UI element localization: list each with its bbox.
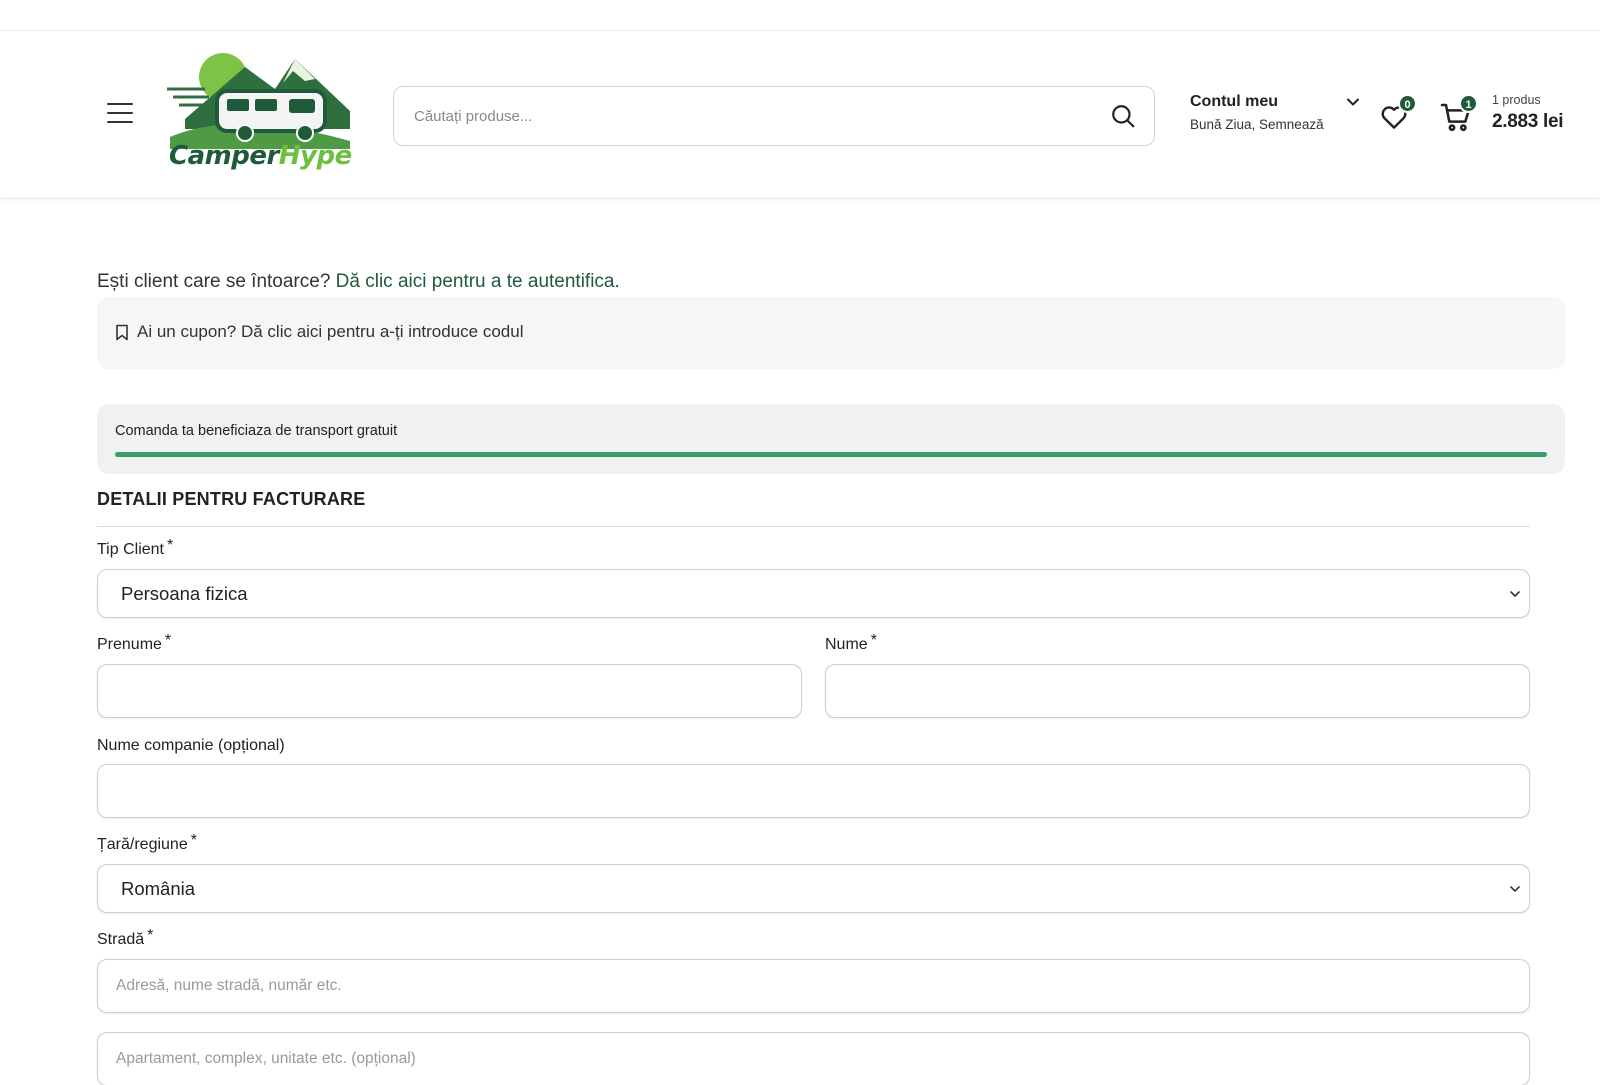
search-box — [393, 86, 1155, 146]
street-address-input[interactable] — [98, 960, 1529, 1012]
bookmark-icon — [116, 324, 128, 341]
coupon-notice: Ai un cupon? Dă clic aici pentru a-ți in… — [97, 297, 1565, 369]
company-field — [97, 764, 1530, 818]
wishlist-button[interactable]: 0 — [1378, 94, 1420, 136]
search-input[interactable] — [414, 87, 1084, 145]
logo-text-part1: Camper — [169, 141, 279, 171]
street-label: Stradă * — [97, 927, 153, 949]
required-mark: * — [164, 632, 172, 649]
camper-logo-icon — [167, 53, 350, 149]
street-label-text: Stradă — [97, 931, 145, 948]
wishlist-count-badge: 0 — [1398, 94, 1417, 113]
chevron-down-icon — [1347, 98, 1359, 106]
street-address2-input[interactable] — [98, 1033, 1529, 1085]
required-mark: * — [190, 832, 197, 849]
last-name-label: Nume * — [825, 632, 877, 654]
client-type-label-text: Tip Client — [97, 541, 164, 558]
country-label-text: Țară/regiune — [97, 836, 188, 853]
first-name-label: Prenume * — [97, 632, 171, 654]
cart-count-badge: 1 — [1459, 94, 1478, 113]
free-shipping-banner: Comanda ta beneficiaza de transport grat… — [97, 404, 1565, 474]
street-address2-field — [97, 1032, 1530, 1085]
chevron-down-icon — [1510, 886, 1520, 892]
logo-text: CamperHype — [169, 141, 352, 171]
cart-items-label: 1 produs — [1492, 93, 1541, 107]
required-mark: * — [166, 537, 174, 554]
required-mark: * — [870, 632, 877, 649]
street-address-field — [97, 959, 1530, 1013]
cart-total: 2.883 lei — [1492, 111, 1564, 132]
required-mark: * — [147, 927, 154, 944]
site-logo[interactable]: CamperHype — [165, 49, 360, 179]
client-type-value: Persoana fizica — [121, 583, 248, 604]
company-label: Nume companie (opțional) — [97, 737, 285, 755]
shipping-message: Comanda ta beneficiaza de transport grat… — [115, 423, 398, 439]
chevron-down-icon — [1510, 591, 1520, 597]
first-name-field — [97, 664, 802, 718]
first-name-label-text: Prenume — [97, 636, 162, 653]
company-input[interactable] — [98, 765, 1529, 817]
last-name-field — [825, 664, 1530, 718]
shipping-progress-bar — [115, 452, 1547, 457]
last-name-label-text: Nume — [825, 636, 868, 653]
section-divider — [97, 526, 1530, 527]
company-label-text: Nume companie (opțional) — [97, 737, 285, 754]
login-link[interactable]: Dă clic aici pentru a te autentifica. — [336, 271, 620, 292]
last-name-input[interactable] — [826, 665, 1529, 717]
account-greeting: Bună Ziua, Semnează — [1190, 117, 1324, 132]
account-menu[interactable]: Contul meu Bună Ziua, Semnează — [1190, 93, 1365, 143]
first-name-input[interactable] — [98, 665, 801, 717]
country-value: România — [121, 878, 196, 899]
search-icon[interactable] — [1110, 103, 1136, 129]
client-type-label: Tip Client * — [97, 537, 173, 559]
menu-icon[interactable] — [107, 103, 133, 125]
country-label: Țară/regiune * — [97, 832, 197, 854]
billing-title: DETALII PENTRU FACTURARE — [97, 489, 366, 509]
logo-text-part2: Hype — [278, 141, 352, 171]
site-header: CamperHype Contul meu Bună Ziua, Semneaz… — [0, 31, 1600, 199]
returning-customer-notice: Ești client care se întoarce? Dă clic ai… — [97, 271, 620, 293]
cart-summary[interactable]: 1 produs 2.883 lei — [1492, 93, 1564, 133]
client-type-select[interactable]: Persoana fizica — [97, 569, 1530, 618]
coupon-link[interactable]: Ai un cupon? Dă clic aici pentru a-ți in… — [137, 322, 524, 342]
country-select[interactable]: România — [97, 864, 1530, 913]
top-bar — [0, 0, 1600, 31]
returning-text: Ești client care se întoarce? — [97, 271, 331, 292]
cart-button[interactable]: 1 — [1440, 94, 1482, 136]
account-title: Contul meu — [1190, 93, 1278, 110]
shipping-progress-fill — [115, 452, 1547, 457]
